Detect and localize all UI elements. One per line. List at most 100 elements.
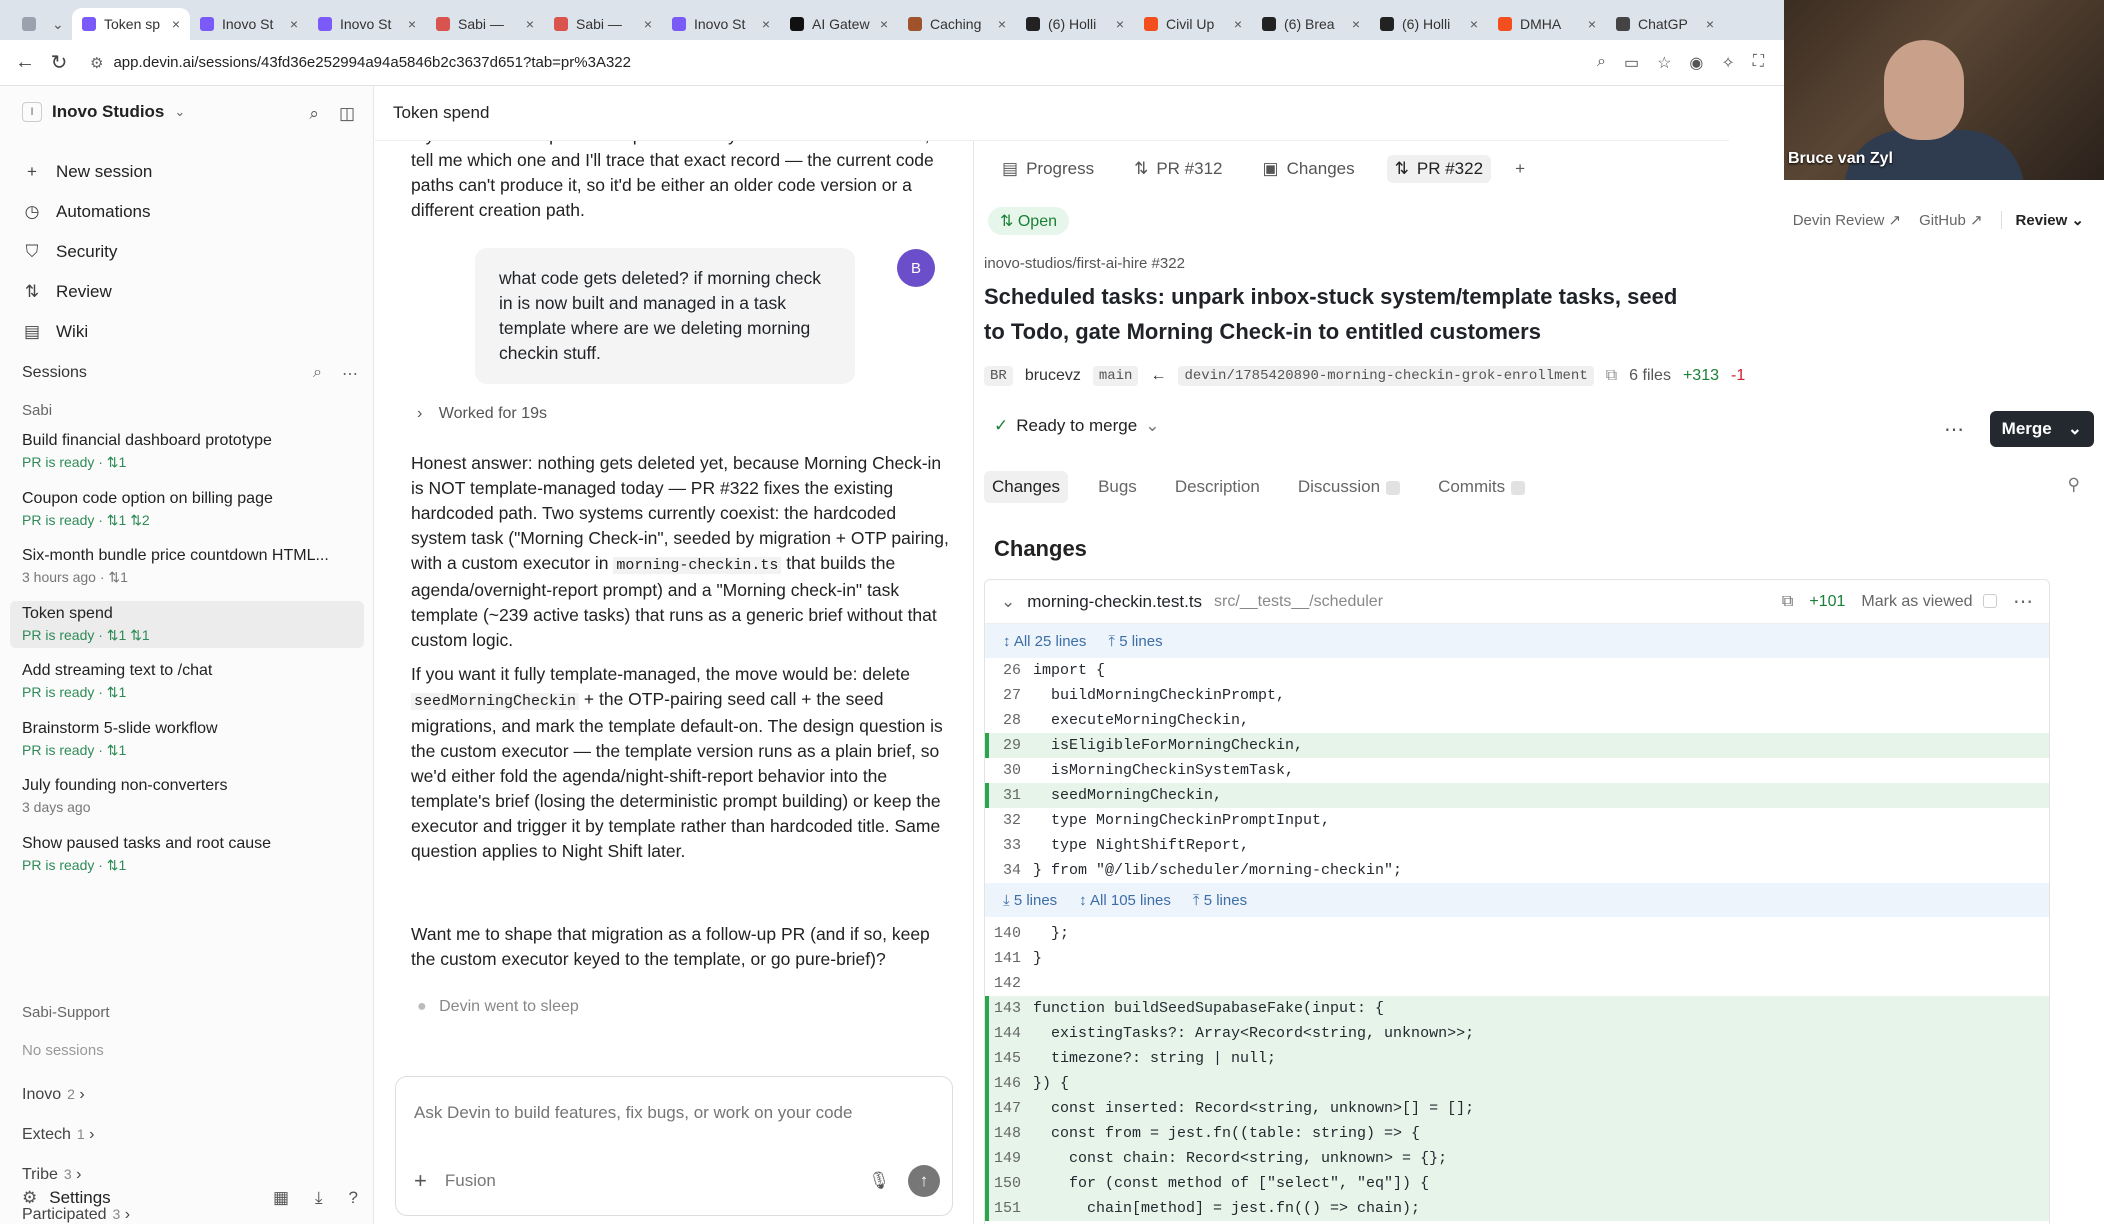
model-selector[interactable]: Fusion	[445, 1171, 496, 1191]
close-icon[interactable]: ×	[762, 16, 770, 32]
browser-tab[interactable]: Inovo St ×	[662, 8, 780, 40]
line-number[interactable]: 29	[985, 733, 1033, 758]
line-number[interactable]: 142	[985, 971, 1033, 996]
add-tab-icon[interactable]: +	[1515, 159, 1525, 179]
line-number[interactable]: 150	[985, 1171, 1033, 1196]
bookmark-star-icon[interactable]: ☆	[1657, 53, 1671, 73]
session-search-icon[interactable]: ⌕	[313, 364, 322, 384]
merge-status[interactable]: ✓ Ready to merge ⌄	[994, 416, 1159, 436]
composer-input[interactable]	[414, 1103, 934, 1123]
browser-tab[interactable]: Caching ×	[898, 8, 1016, 40]
browser-tab[interactable]: Sabi — ×	[544, 8, 662, 40]
sidebar-item-security[interactable]: ⛉ Security	[22, 232, 152, 272]
settings-sliders-icon[interactable]: ⚲	[2068, 475, 2080, 495]
collapsed-group[interactable]: Inovo 2 ›	[22, 1086, 85, 1104]
close-icon[interactable]: ×	[998, 16, 1006, 32]
help-icon[interactable]: ?	[349, 1188, 358, 1208]
subtab-commits[interactable]: Commits	[1430, 471, 1533, 503]
browser-tab[interactable]: (6) Brea ×	[1252, 8, 1370, 40]
chevron-down-icon[interactable]: ⌄	[52, 16, 64, 33]
line-number[interactable]: 32	[985, 808, 1033, 833]
site-info-icon[interactable]: ⚙	[90, 54, 103, 72]
url-text[interactable]: app.devin.ai/sessions/43fd36e252994a94a5…	[113, 54, 631, 71]
close-icon[interactable]: ×	[1706, 16, 1714, 32]
browser-tab[interactable]: (6) Holli ×	[1370, 8, 1488, 40]
table-icon[interactable]: ▦	[273, 1188, 289, 1208]
sidebar-item-new-session[interactable]: + New session	[22, 152, 152, 192]
extensions-puzzle-icon[interactable]: ✧	[1721, 53, 1734, 73]
subtab-bugs[interactable]: Bugs	[1090, 471, 1145, 503]
expand-lines-button[interactable]: ⤒ 5 lines	[1193, 892, 1247, 909]
expand-lines-button[interactable]: ↕ All 25 lines	[1003, 633, 1086, 650]
browser-tab[interactable]: Token sp ×	[72, 8, 190, 40]
microphone-icon[interactable]: 🎙	[868, 1171, 890, 1191]
browser-tab[interactable]: Civil Up ×	[1134, 8, 1252, 40]
review-dropdown[interactable]: Review ⌄	[2000, 211, 2084, 229]
url-field[interactable]: ⚙ app.devin.ai/sessions/43fd36e252994a94…	[90, 54, 1597, 72]
close-icon[interactable]: ×	[1470, 16, 1478, 32]
close-icon[interactable]: ×	[1352, 16, 1360, 32]
extension-icon[interactable]: ◉	[1689, 53, 1703, 73]
line-number[interactable]: 27	[985, 683, 1033, 708]
close-icon[interactable]: ×	[1588, 16, 1596, 32]
browser-tab[interactable]: ⌄	[12, 8, 72, 40]
file-more-icon[interactable]: ⋯	[2013, 589, 2033, 614]
sidebar-item-automations[interactable]: ◷ Automations	[22, 192, 152, 232]
mark-viewed-checkbox[interactable]: Mark as viewed	[1861, 593, 1997, 611]
expand-lines-button[interactable]: ⤒ 5 lines	[1108, 633, 1162, 650]
line-number[interactable]: 148	[985, 1121, 1033, 1146]
line-number[interactable]: 140	[985, 921, 1033, 946]
close-icon[interactable]: ×	[172, 16, 180, 32]
collapsed-group[interactable]: Extech 1 ›	[22, 1126, 95, 1144]
subtab-changes[interactable]: Changes	[984, 471, 1069, 503]
session-item[interactable]: Build financial dashboard prototype PR is…	[10, 428, 364, 475]
devin-review-link[interactable]: Devin Review ↗	[1793, 211, 1901, 229]
browser-tab[interactable]: DMHA ×	[1488, 8, 1606, 40]
session-item[interactable]: Brainstorm 5-slide workflow PR is ready ·…	[10, 716, 364, 763]
worked-toggle[interactable]: › Worked for 19s	[417, 405, 547, 423]
file-name[interactable]: morning-checkin.test.ts	[1027, 592, 1202, 612]
screen-capture-icon[interactable]: ⛶	[1753, 53, 1764, 73]
close-icon[interactable]: ×	[644, 16, 652, 32]
author-name[interactable]: brucevz	[1025, 367, 1081, 385]
back-icon[interactable]: ←	[8, 51, 42, 74]
line-number[interactable]: 146	[985, 1071, 1033, 1096]
line-number[interactable]: 143	[985, 996, 1033, 1021]
merge-button[interactable]: Merge ⌄	[1989, 411, 2094, 447]
session-item[interactable]: Token spend PR is ready · ⇅1 ⇅1	[10, 600, 364, 648]
session-item[interactable]: Add streaming text to /chat PR is ready ·…	[10, 658, 364, 705]
line-number[interactable]: 26	[985, 658, 1033, 683]
close-icon[interactable]: ×	[290, 16, 298, 32]
copy-path-icon[interactable]: ⧉	[1782, 593, 1793, 611]
more-options-icon[interactable]: ⋯	[342, 364, 358, 384]
close-icon[interactable]: ×	[408, 16, 416, 32]
tab-pr-312[interactable]: ⇅ PR #312	[1126, 155, 1230, 183]
search-icon[interactable]: ⌕	[309, 104, 319, 124]
browser-tab[interactable]: ChatGP ×	[1606, 8, 1724, 40]
tab-pr-322[interactable]: ⇅ PR #322	[1386, 155, 1492, 183]
session-item[interactable]: Coupon code option on billing page PR is …	[10, 486, 364, 533]
browser-tab[interactable]: (6) Holli ×	[1016, 8, 1134, 40]
close-icon[interactable]: ×	[526, 16, 534, 32]
line-number[interactable]: 34	[985, 858, 1033, 883]
reload-icon[interactable]: ↻	[42, 50, 76, 75]
line-number[interactable]: 145	[985, 1046, 1033, 1071]
browser-tab[interactable]: AI Gatew ×	[780, 8, 898, 40]
send-button[interactable]: ↑	[908, 1165, 940, 1197]
line-number[interactable]: 33	[985, 833, 1033, 858]
gear-icon[interactable]: ⚙	[22, 1188, 37, 1208]
line-number[interactable]: 30	[985, 758, 1033, 783]
session-item[interactable]: July founding non-converters 3 days ago	[10, 773, 364, 819]
sidebar-item-wiki[interactable]: ▤ Wiki	[22, 312, 152, 352]
copy-icon[interactable]: ⧉	[1606, 367, 1617, 385]
github-link[interactable]: GitHub ↗	[1919, 211, 1982, 229]
tab-changes[interactable]: ▣ Changes	[1255, 155, 1363, 183]
browser-tab[interactable]: Sabi — ×	[426, 8, 544, 40]
settings-link[interactable]: Settings	[49, 1188, 110, 1208]
line-number[interactable]: 141	[985, 946, 1033, 971]
expand-lines-button[interactable]: ↕ All 105 lines	[1079, 892, 1171, 909]
close-icon[interactable]: ×	[1116, 16, 1124, 32]
chevron-down-icon[interactable]: ⌄	[2068, 419, 2082, 439]
line-number[interactable]: 31	[985, 783, 1033, 808]
cast-icon[interactable]: ▭	[1624, 53, 1639, 73]
